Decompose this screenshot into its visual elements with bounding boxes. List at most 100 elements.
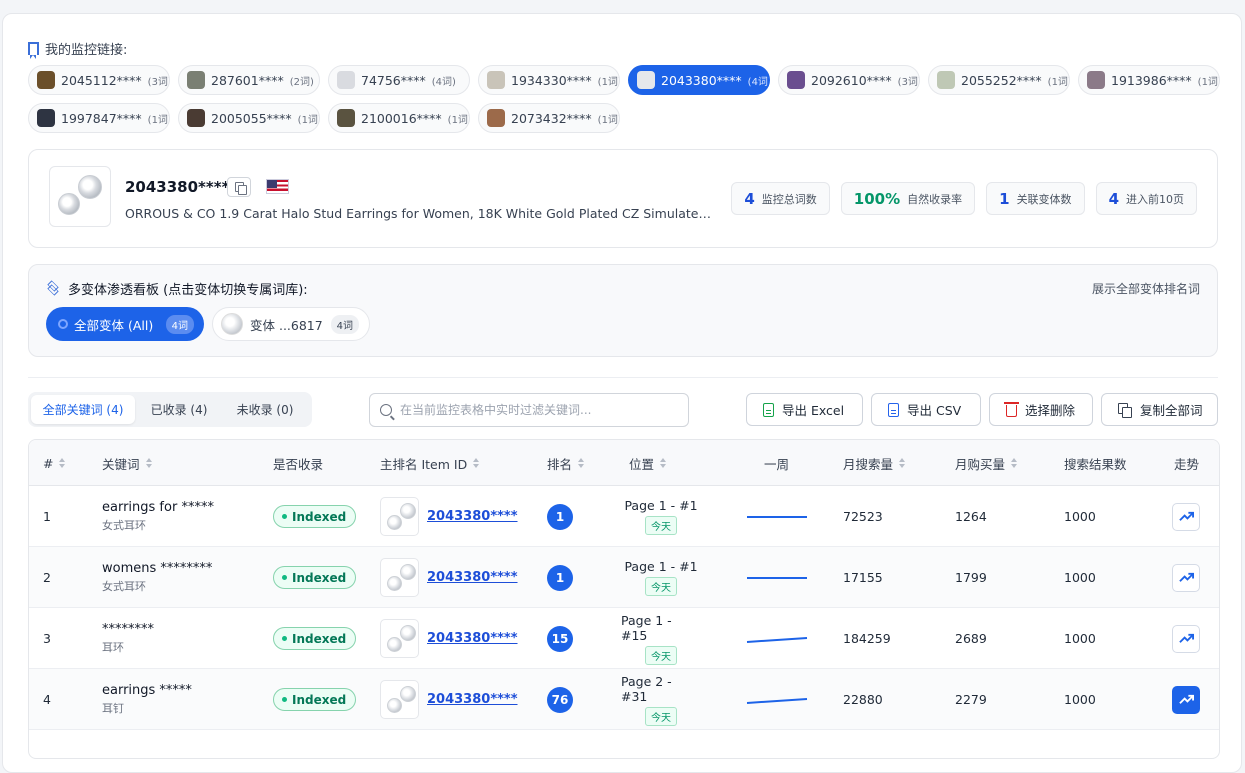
week-sparkline bbox=[747, 515, 807, 518]
trending-up-icon bbox=[1178, 572, 1194, 582]
position-text: Page 1 - #1 bbox=[624, 559, 698, 574]
rank-cell: 1 bbox=[547, 547, 573, 608]
search-input[interactable] bbox=[400, 403, 670, 417]
rank-badge: 76 bbox=[547, 686, 573, 713]
link-chip[interactable]: 2005055**** (1词) bbox=[178, 103, 320, 133]
trending-up-icon bbox=[1178, 694, 1194, 704]
keyword-translation: 女式耳环 bbox=[102, 580, 146, 593]
col-rank[interactable]: 排名 bbox=[547, 440, 585, 486]
stat-box: 4 监控总词数 bbox=[731, 182, 830, 215]
product-thumbnail bbox=[37, 109, 55, 127]
sort-icon bbox=[1011, 458, 1018, 468]
col-results: 搜索结果数 bbox=[1064, 456, 1127, 472]
tab-not-indexed[interactable]: 未收录 (0) bbox=[223, 395, 307, 424]
trend-chart-button[interactable] bbox=[1172, 624, 1200, 653]
link-count: (3词) bbox=[147, 76, 170, 88]
position-cell: Page 2 - #31 今天 bbox=[621, 669, 701, 730]
trend-chart-button[interactable] bbox=[1172, 502, 1200, 531]
product-thumbnail bbox=[1087, 71, 1105, 89]
today-tag: 今天 bbox=[645, 706, 677, 726]
show-all-variants-link[interactable]: 展示全部变体排名词 bbox=[1092, 280, 1200, 297]
link-chip[interactable]: 287601**** (2词) bbox=[178, 65, 320, 95]
copy-icon[interactable] bbox=[227, 177, 251, 197]
keyword-cell: earrings ***** 耳钉 bbox=[102, 669, 192, 730]
delete-selected-button[interactable]: 选择删除 bbox=[989, 393, 1093, 426]
link-id: 2045112**** bbox=[61, 72, 142, 88]
link-count: (4词) bbox=[431, 76, 456, 88]
link-count: (1词) bbox=[147, 114, 170, 126]
links-row-2: 1997847**** (1词) 2005055**** (1词) 2100016***… bbox=[28, 103, 620, 133]
today-tag: 今天 bbox=[645, 577, 677, 596]
stat-box: 4 进入前10页 bbox=[1095, 182, 1197, 215]
monthly-search-value: 17155 bbox=[843, 570, 883, 585]
col-monthly-search[interactable]: 月搜索量 bbox=[843, 440, 906, 486]
keyword-translation: 耳钉 bbox=[102, 702, 124, 715]
keyword-cell: womens ******** 女式耳环 bbox=[102, 547, 212, 608]
link-id: 1934330**** bbox=[511, 72, 592, 88]
position-cell: Page 1 - #1 今天 bbox=[621, 547, 701, 608]
item-cell: 2043380**** bbox=[380, 669, 518, 730]
monthly-purchase-value: 2279 bbox=[955, 692, 987, 707]
col-position[interactable]: 位置 bbox=[629, 440, 667, 486]
item-thumbnail bbox=[380, 497, 419, 536]
rank-badge: 1 bbox=[547, 503, 573, 530]
copy-all-label: 复制全部词 bbox=[1140, 403, 1203, 418]
item-id-link[interactable]: 2043380**** bbox=[427, 570, 518, 585]
position-cell: Page 1 - #15 今天 bbox=[621, 608, 701, 669]
copy-icon bbox=[1118, 402, 1132, 418]
stat-value: 1 bbox=[999, 189, 1010, 208]
variant-button[interactable]: 变体 ...6817 4词 bbox=[212, 307, 370, 341]
table-row: 3 ******** 耳环 Indexed 2043380**** 15 Pag… bbox=[29, 608, 1219, 669]
link-chip[interactable]: 1934330**** (1词) bbox=[478, 65, 620, 95]
link-id: 2043380**** bbox=[661, 72, 742, 88]
link-chip[interactable]: 1997847**** (1词) bbox=[28, 103, 170, 133]
trend-chart-button[interactable] bbox=[1172, 563, 1200, 592]
results-value: 1000 bbox=[1064, 692, 1096, 707]
all-variants-button[interactable]: 全部变体 (All) 4词 bbox=[46, 307, 204, 341]
link-chip[interactable]: 74756**** (4词) bbox=[328, 65, 470, 95]
link-chip[interactable]: 2100016**** (1词) bbox=[328, 103, 470, 133]
col-monthly-purchase[interactable]: 月购买量 bbox=[955, 440, 1018, 486]
item-id-link[interactable]: 2043380**** bbox=[427, 509, 518, 524]
export-excel-button[interactable]: 导出 Excel bbox=[746, 393, 863, 426]
item-id-link[interactable]: 2043380**** bbox=[427, 692, 518, 707]
item-id-link[interactable]: 2043380**** bbox=[427, 631, 518, 646]
sparkline-series bbox=[746, 697, 808, 704]
link-chip[interactable]: 2055252**** (1词) bbox=[928, 65, 1070, 95]
tab-all-keywords[interactable]: 全部关键词 (4) bbox=[31, 395, 135, 424]
copy-all-button[interactable]: 复制全部词 bbox=[1101, 393, 1218, 426]
week-cell bbox=[745, 669, 809, 730]
trending-up-icon bbox=[1178, 633, 1194, 643]
position-text: Page 1 - #1 bbox=[624, 498, 698, 513]
stat-label: 自然收录率 bbox=[907, 192, 963, 206]
link-chip[interactable]: 2073432**** (1词) bbox=[478, 103, 620, 133]
col-week: 一周 bbox=[764, 456, 790, 472]
link-chip[interactable]: 2092610**** (3词) bbox=[778, 65, 920, 95]
monthly-search-value: 22880 bbox=[843, 692, 883, 707]
col-keyword[interactable]: 关键词 bbox=[102, 440, 152, 486]
col-index[interactable]: # bbox=[43, 440, 66, 486]
search-icon bbox=[380, 404, 392, 416]
filter-tabs: 全部关键词 (4) 已收录 (4) 未收录 (0) bbox=[28, 392, 312, 427]
tab-indexed[interactable]: 已收录 (4) bbox=[137, 395, 221, 424]
product-thumbnail bbox=[937, 71, 955, 89]
link-chip[interactable]: 1913986**** (1词) bbox=[1078, 65, 1220, 95]
sort-icon bbox=[899, 458, 906, 468]
link-count: (1词) bbox=[297, 114, 320, 126]
link-chip[interactable]: 2043380**** (4词) bbox=[628, 65, 770, 95]
export-csv-label: 导出 CSV bbox=[907, 403, 962, 418]
link-chip[interactable]: 2045112**** (3词) bbox=[28, 65, 170, 95]
week-cell bbox=[745, 547, 809, 608]
indexed-cell: Indexed bbox=[273, 486, 357, 547]
export-csv-button[interactable]: 导出 CSV bbox=[871, 393, 981, 426]
trend-chart-button[interactable] bbox=[1172, 685, 1200, 714]
action-buttons: 导出 Excel 导出 CSV 选择删除 复制全部词 bbox=[746, 393, 1218, 426]
link-count: (1词) bbox=[1047, 76, 1070, 88]
week-sparkline bbox=[746, 697, 808, 704]
link-id: 1997847**** bbox=[61, 110, 142, 126]
link-count: (1词) bbox=[447, 114, 470, 126]
us-flag-icon bbox=[266, 179, 289, 194]
link-id: 2055252**** bbox=[961, 72, 1042, 88]
layers-icon bbox=[46, 280, 61, 296]
col-item-id[interactable]: 主排名 Item ID bbox=[380, 440, 480, 486]
